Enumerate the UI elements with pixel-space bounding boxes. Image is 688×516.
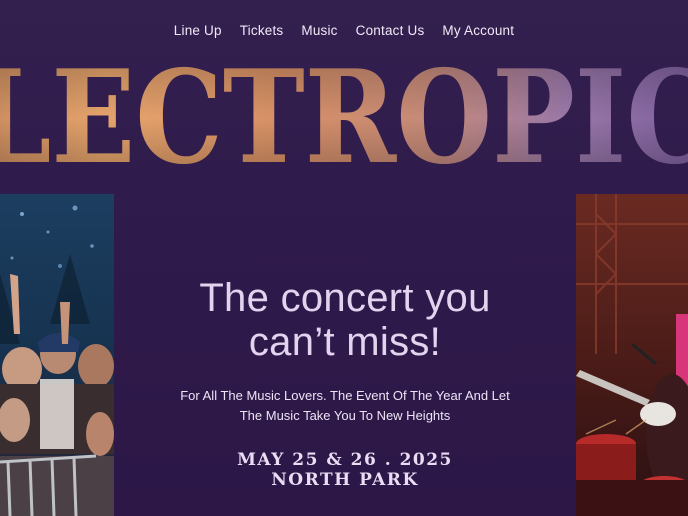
top-nav: Line Up Tickets Music Contact Us My Acco… bbox=[0, 0, 688, 60]
nav-line-up-link[interactable]: Line Up bbox=[174, 23, 222, 38]
headline-line-1: The concert you bbox=[199, 276, 491, 320]
nav-contact-us-link[interactable]: Contact Us bbox=[356, 23, 425, 38]
crowd-photo bbox=[0, 194, 114, 516]
nav-music-link[interactable]: Music bbox=[301, 23, 337, 38]
hero-headline: The concert you can’t miss! bbox=[114, 276, 576, 364]
event-date: MAY 25 & 26 . 2025 bbox=[237, 450, 453, 470]
subtext-line-1: For All The Music Lovers. The Event Of T… bbox=[180, 388, 510, 403]
nav-my-account-link[interactable]: My Account bbox=[442, 23, 514, 38]
wordmark-shade: LECTROPIC bbox=[0, 62, 688, 172]
hero-subtext: For All The Music Lovers. The Event Of T… bbox=[134, 386, 556, 426]
nav-tickets-link[interactable]: Tickets bbox=[240, 23, 284, 38]
event-venue: NORTH PARK bbox=[271, 470, 419, 490]
guitarist-photo bbox=[576, 194, 688, 516]
subtext-line-2: The Music Take You To New Heights bbox=[239, 408, 451, 423]
headline-line-2: can’t miss! bbox=[248, 320, 442, 364]
page: Line Up Tickets Music Contact Us My Acco… bbox=[0, 0, 688, 516]
wordmark-graphic: LECTROPIC LECTROPIC bbox=[0, 62, 688, 172]
hero-wordmark: LECTROPIC LECTROPIC bbox=[0, 62, 688, 172]
